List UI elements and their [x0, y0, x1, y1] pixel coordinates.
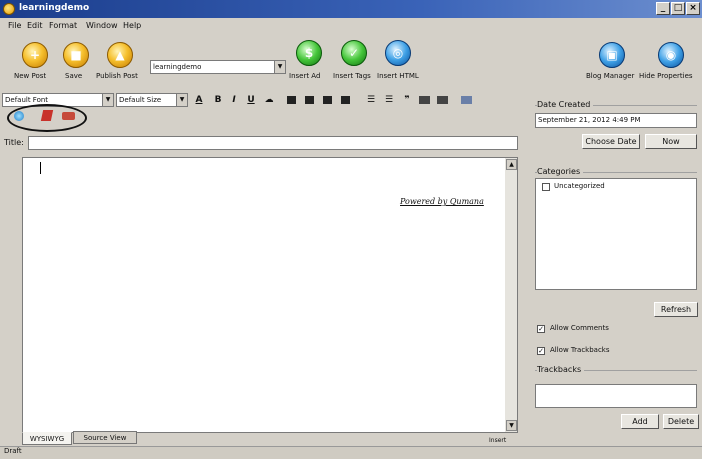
app-window: learningdemo _ □ × File Edit Format Wind…: [0, 0, 702, 459]
bullet-list-icon[interactable]: ☰: [365, 94, 377, 106]
editor-area[interactable]: Powered by Qumana ▲ ▼: [22, 157, 518, 433]
menu-help[interactable]: Help: [123, 21, 141, 30]
allow-comments-label: Allow Comments: [550, 324, 609, 332]
choose-date-button[interactable]: Choose Date: [582, 134, 640, 149]
app-icon: [3, 3, 15, 15]
add-trackback-button[interactable]: Add: [621, 414, 659, 429]
bold-button[interactable]: B: [213, 94, 223, 106]
scroll-down-icon[interactable]: ▼: [506, 420, 517, 431]
menu-window[interactable]: Window: [86, 21, 118, 30]
trackbacks-input[interactable]: [535, 384, 697, 408]
minimize-button[interactable]: _: [656, 2, 670, 15]
outdent-icon[interactable]: [419, 96, 430, 104]
justify-icon[interactable]: [341, 96, 350, 104]
menu-edit[interactable]: Edit: [27, 21, 43, 30]
title-input[interactable]: [28, 136, 518, 150]
insert-tags-icon[interactable]: ✓: [341, 40, 367, 66]
size-select[interactable]: Default Size ▼: [116, 93, 188, 107]
new-post-label: New Post: [14, 72, 47, 80]
text-cursor: [40, 162, 41, 174]
categories-list[interactable]: Uncategorized: [535, 178, 697, 290]
uncategorized-checkbox[interactable]: [542, 183, 550, 191]
delete-trackback-button[interactable]: Delete: [663, 414, 699, 429]
numbered-list-icon[interactable]: ☰: [383, 94, 395, 106]
maximize-button[interactable]: □: [671, 2, 685, 15]
trackbacks-label: Trackbacks: [537, 365, 585, 374]
insert-mode-indicator: Insert: [489, 437, 507, 444]
menu-file[interactable]: File: [8, 21, 21, 30]
quote-icon[interactable]: ❞: [401, 94, 413, 106]
blog-manager-icon[interactable]: ▣: [599, 42, 625, 68]
tab-wysiwyg[interactable]: WYSIWYG: [22, 432, 72, 445]
blog-select[interactable]: learningdemo ▼: [150, 60, 286, 74]
align-center-icon[interactable]: [305, 96, 314, 104]
date-field[interactable]: September 21, 2012 4:49 PM: [535, 113, 697, 128]
indent-icon[interactable]: [437, 96, 448, 104]
insert-ad-label: Insert Ad: [289, 72, 321, 80]
scroll-up-icon[interactable]: ▲: [506, 159, 517, 170]
blog-manager-label: Blog Manager: [586, 72, 635, 80]
highlight-ellipse: [7, 104, 87, 132]
category-uncategorized: Uncategorized: [554, 182, 605, 190]
align-left-icon[interactable]: [287, 96, 296, 104]
powered-by-watermark: Powered by Qumana: [400, 197, 484, 206]
publish-post-label: Publish Post: [96, 72, 138, 80]
chevron-down-icon[interactable]: ▼: [176, 94, 187, 106]
font-color-button[interactable]: A: [193, 94, 205, 106]
insert-tags-label: Insert Tags: [333, 72, 371, 80]
font-select-value: Default Font: [5, 96, 49, 104]
hide-properties-label: Hide Properties: [639, 72, 693, 80]
insert-html-icon[interactable]: ◎: [385, 40, 411, 66]
insert-html-label: Insert HTML: [377, 72, 419, 80]
underline-button[interactable]: U: [246, 94, 256, 106]
window-title: learningdemo: [19, 3, 90, 13]
size-select-value: Default Size: [119, 96, 162, 104]
menu-format[interactable]: Format: [49, 21, 77, 30]
categories-label: Categories: [537, 167, 584, 176]
blog-select-value: learningdemo: [153, 63, 202, 71]
title-label: Title:: [4, 138, 24, 147]
hide-properties-icon[interactable]: ◉: [658, 42, 684, 68]
date-value: September 21, 2012 4:49 PM: [538, 116, 641, 124]
image-icon[interactable]: [461, 96, 472, 104]
allow-trackbacks-checkbox[interactable]: ✓: [537, 347, 545, 355]
title-bar[interactable]: [0, 0, 702, 18]
save-icon[interactable]: ■: [63, 42, 89, 68]
close-button[interactable]: ×: [686, 2, 700, 15]
publish-icon[interactable]: ▲: [107, 42, 133, 68]
new-post-icon[interactable]: +: [22, 42, 48, 68]
insert-ad-icon[interactable]: $: [296, 40, 322, 66]
editor-scrollbar[interactable]: [505, 158, 517, 432]
refresh-button[interactable]: Refresh: [654, 302, 698, 317]
allow-trackbacks-label: Allow Trackbacks: [550, 346, 610, 354]
status-bar: [0, 446, 702, 459]
date-created-label: Date Created: [537, 100, 594, 109]
align-right-icon[interactable]: [323, 96, 332, 104]
watermark-text: Powered by Qumana: [400, 197, 484, 206]
chevron-down-icon[interactable]: ▼: [274, 61, 285, 73]
tab-source-view[interactable]: Source View: [73, 431, 137, 444]
status-text: Draft: [4, 447, 22, 455]
save-label: Save: [65, 72, 83, 80]
allow-comments-checkbox[interactable]: ✓: [537, 325, 545, 333]
strike-icon[interactable]: ☁: [262, 94, 276, 106]
italic-button[interactable]: I: [229, 94, 239, 106]
now-button[interactable]: Now: [645, 134, 697, 149]
chevron-down-icon[interactable]: ▼: [102, 94, 113, 106]
